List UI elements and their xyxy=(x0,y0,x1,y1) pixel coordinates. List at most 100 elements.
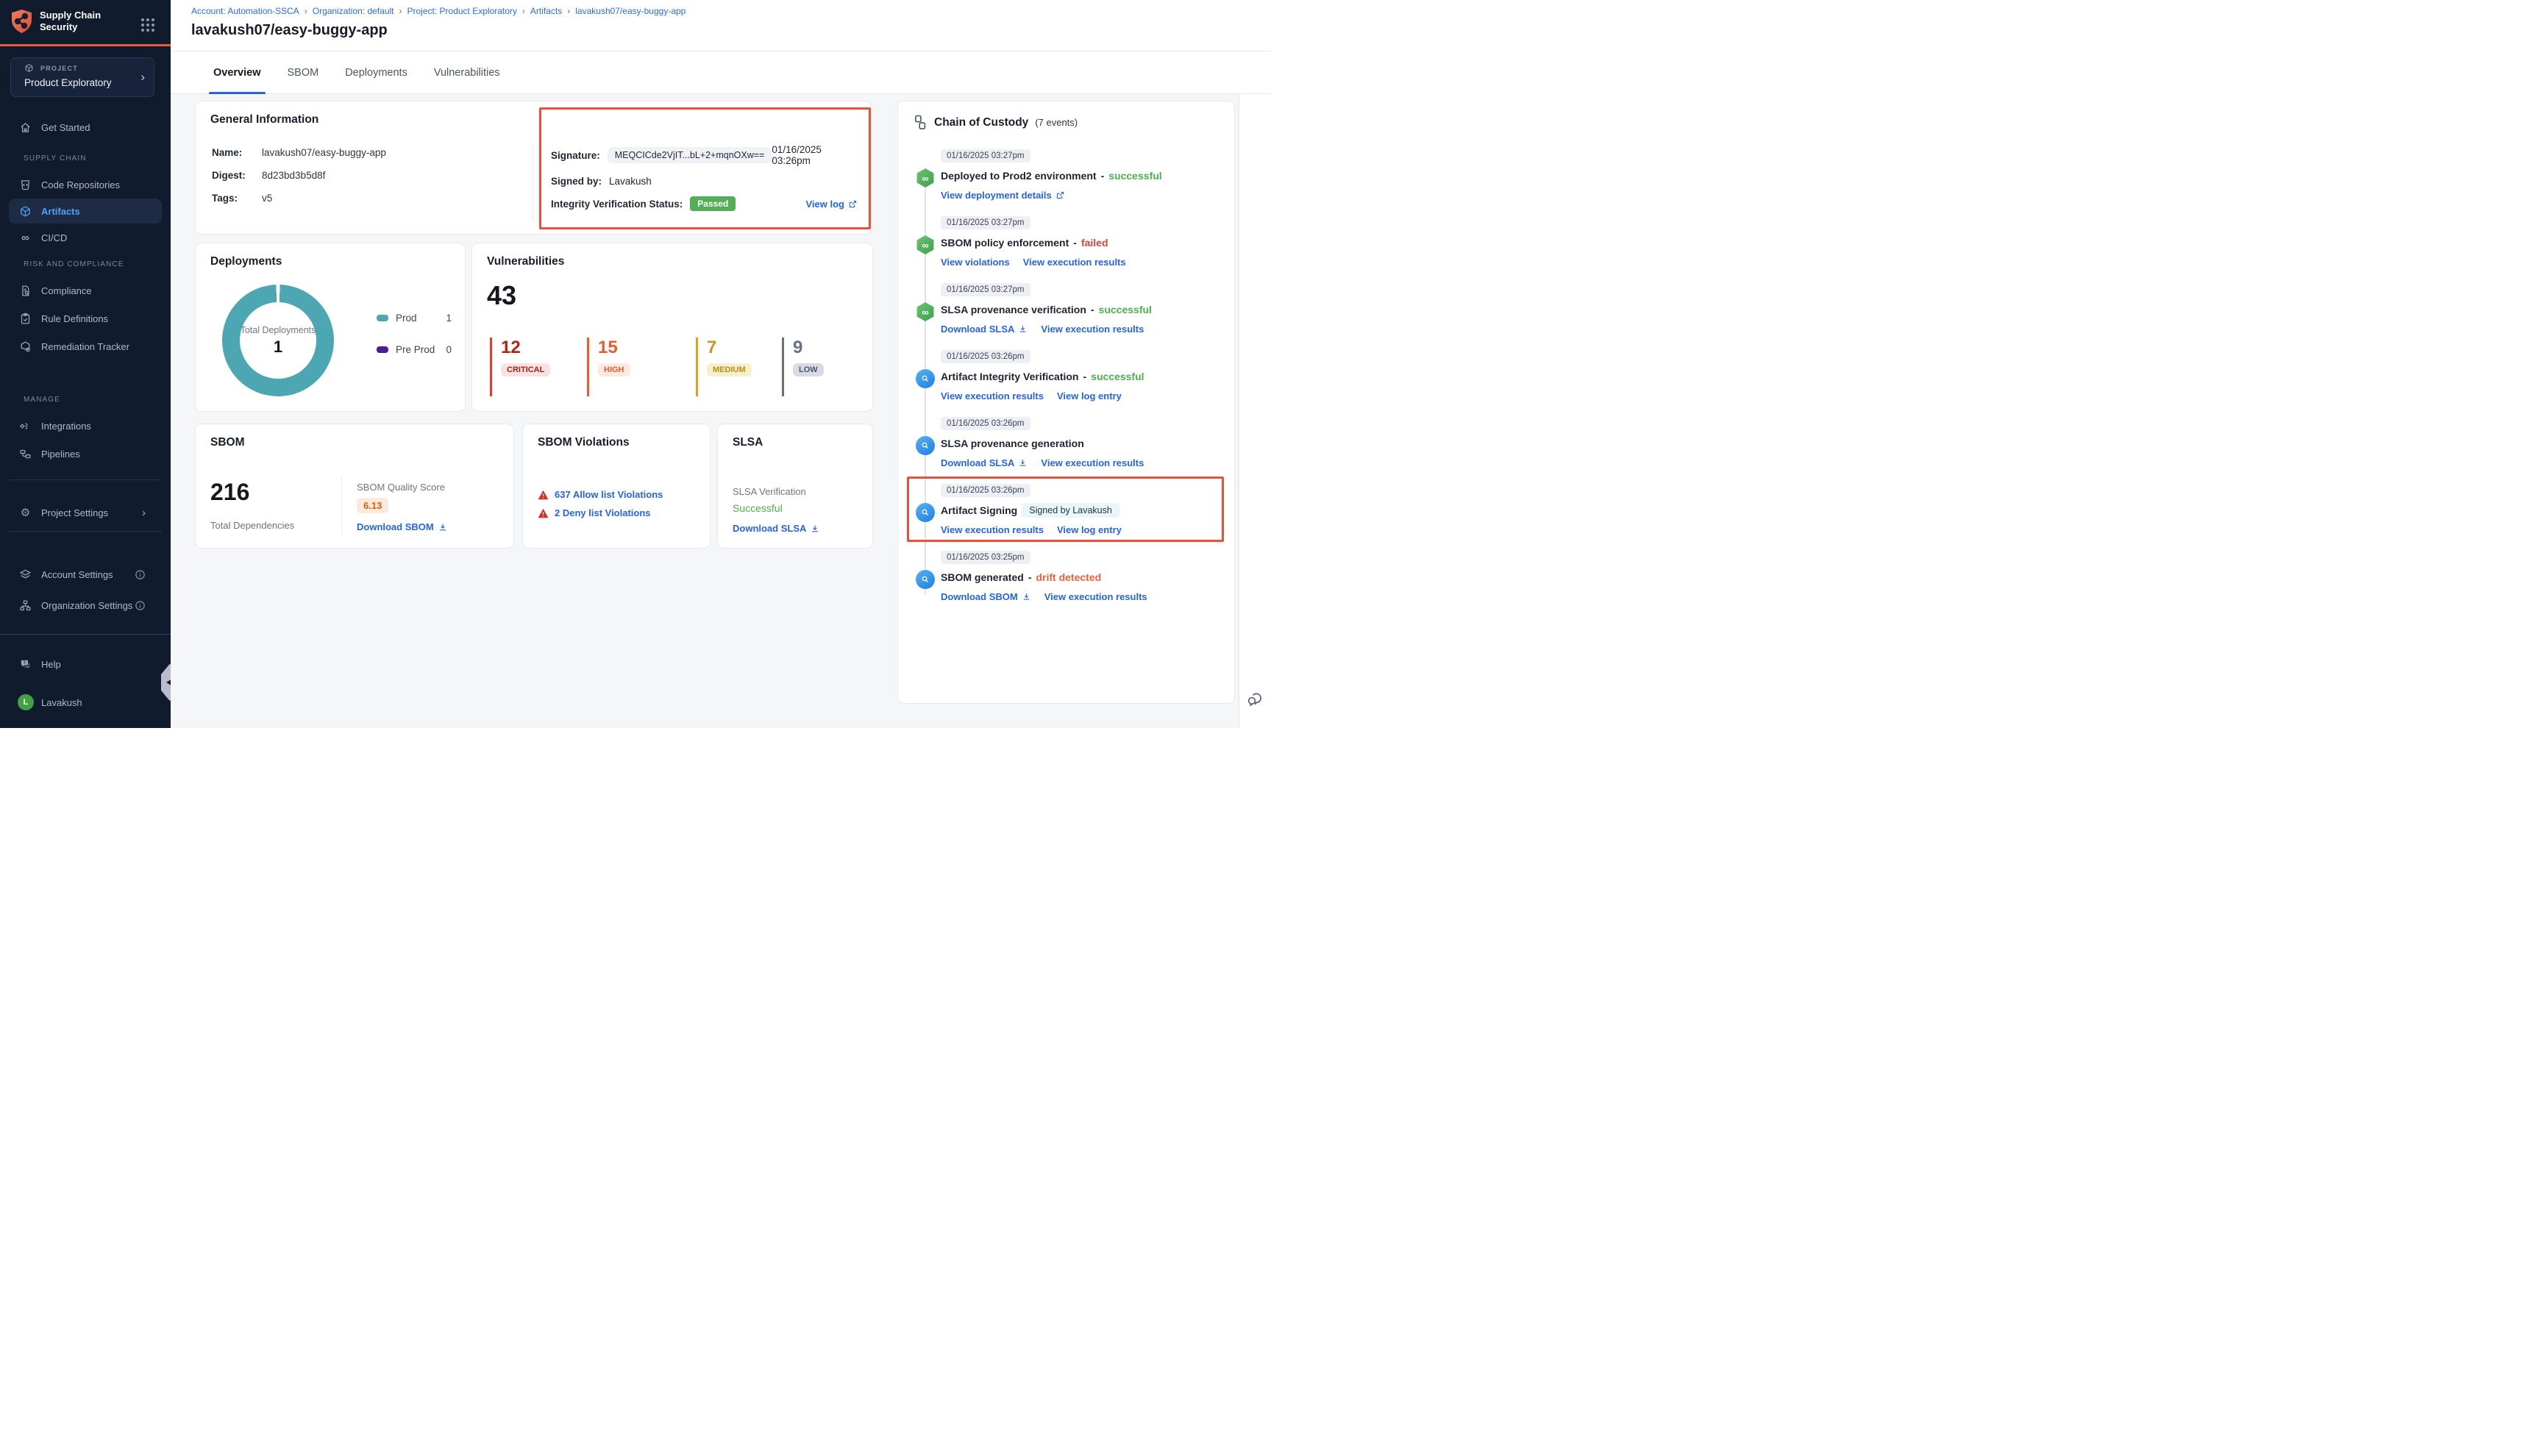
card-title: SBOM Violations xyxy=(538,436,630,449)
event-title: Artifact Integrity Verification xyxy=(941,371,1078,382)
digest-value: 8d23bd3b5d8f xyxy=(262,170,325,181)
allow-list-violations-link[interactable]: 637 Allow list Violations xyxy=(555,489,663,500)
support-chat-icon[interactable] xyxy=(1246,690,1264,707)
download-slsa-link[interactable]: Download SLSA xyxy=(941,457,1028,468)
download-sbom-link[interactable]: Download SBOM xyxy=(941,591,1031,602)
view-violations-link[interactable]: View violations xyxy=(941,257,1010,268)
breadcrumb-artifacts[interactable]: Artifacts xyxy=(530,6,562,16)
sidebar-item-label: Get Started xyxy=(41,122,90,133)
view-execution-results-link[interactable]: View execution results xyxy=(1041,324,1144,335)
event-timestamp: 01/16/2025 03:26pm xyxy=(941,484,1030,497)
view-execution-results-link[interactable]: View execution results xyxy=(1041,457,1144,468)
severity-badge: MEDIUM xyxy=(707,363,752,377)
sidebar-item-rule-definitions[interactable]: Rule Definitions xyxy=(9,306,162,331)
event-status: successful xyxy=(1099,304,1152,315)
signature-value[interactable]: MEQCICde2VjIT...bL+2+mqnOXw== xyxy=(608,147,772,163)
sidebar-collapse-handle[interactable] xyxy=(161,664,171,701)
infinity-icon: ∞ xyxy=(19,232,32,243)
project-selector[interactable]: PROJECT Product Exploratory › xyxy=(10,57,154,97)
event-timestamp: 01/16/2025 03:27pm xyxy=(941,216,1030,229)
severity-high: 15 HIGH xyxy=(587,338,630,396)
event-separator: - xyxy=(1083,371,1086,382)
chain-events-count: (7 events) xyxy=(1035,117,1078,128)
tags-label: Tags: xyxy=(212,193,252,204)
sbom-total-label: Total Dependencies xyxy=(210,520,294,531)
download-icon xyxy=(1018,458,1028,468)
view-execution-results-link[interactable]: View execution results xyxy=(1044,591,1147,602)
name-value: lavakush07/easy-buggy-app xyxy=(262,147,386,158)
vulnerabilities-total: 43 xyxy=(487,280,516,311)
deny-list-violations-link[interactable]: 2 Deny list Violations xyxy=(555,507,651,518)
view-execution-results-link[interactable]: View execution results xyxy=(941,524,1044,535)
severity-critical: 12 CRITICAL xyxy=(490,338,550,396)
sidebar-item-remediation-tracker[interactable]: Remediation Tracker xyxy=(9,334,162,359)
cicd-stage-icon: ∞ xyxy=(916,168,935,188)
breadcrumb-artifact-name[interactable]: lavakush07/easy-buggy-app xyxy=(575,6,686,16)
svg-text:?: ? xyxy=(24,661,26,665)
app-switcher-waffle-icon[interactable] xyxy=(141,18,154,32)
download-icon xyxy=(810,524,820,534)
severity-medium: 7 MEDIUM xyxy=(696,338,752,396)
severity-count: 15 xyxy=(598,338,630,358)
view-deployment-details-link[interactable]: View deployment details xyxy=(941,190,1065,201)
sidebar-item-pipelines[interactable]: Pipelines xyxy=(9,441,162,466)
tab-overview[interactable]: Overview xyxy=(213,51,261,94)
view-log-entry-link[interactable]: View log entry xyxy=(1057,524,1122,535)
info-icon[interactable] xyxy=(135,569,146,580)
info-icon[interactable] xyxy=(135,600,146,611)
event-status: drift detected xyxy=(1036,571,1101,583)
app-logo-shield-icon xyxy=(10,9,33,35)
download-sbom-link[interactable]: Download SBOM xyxy=(357,521,448,532)
sidebar-item-help[interactable]: ? Help xyxy=(9,652,162,677)
tags-value: v5 xyxy=(262,193,272,204)
tab-vulnerabilities[interactable]: Vulnerabilities xyxy=(434,51,500,94)
breadcrumb-separator: › xyxy=(399,6,402,16)
breadcrumb-organization[interactable]: Organization: default xyxy=(313,6,394,16)
vulnerabilities-card: Vulnerabilities 43 12 CRITICAL 15 HIGH 7… xyxy=(471,243,873,412)
warning-triangle-icon xyxy=(538,508,549,518)
severity-badge: CRITICAL xyxy=(501,363,550,377)
event-separator: - xyxy=(1091,304,1094,315)
sidebar-item-compliance[interactable]: Compliance xyxy=(9,278,162,303)
cicd-stage-icon: ∞ xyxy=(916,302,935,321)
sbom-card: SBOM 216 Total Dependencies SBOM Quality… xyxy=(195,424,514,549)
breadcrumb-project[interactable]: Project: Product Exploratory xyxy=(407,6,517,16)
external-link-icon xyxy=(1055,190,1065,200)
sidebar-user-menu[interactable]: L Lavakush xyxy=(9,690,162,715)
artifacts-box-icon xyxy=(19,205,32,218)
signature-timestamp: 01/16/2025 03:26pm xyxy=(772,144,858,166)
sidebar-item-cicd[interactable]: ∞ CI/CD xyxy=(9,225,162,250)
card-title: SLSA xyxy=(733,436,763,449)
slsa-verification-status: Successful xyxy=(733,502,783,514)
donut-legend: Prod 1 Pre Prod 0 xyxy=(377,313,452,376)
sidebar-item-artifacts[interactable]: Artifacts xyxy=(9,199,162,224)
view-log-link[interactable]: View log xyxy=(806,199,858,210)
sidebar-item-label: CI/CD xyxy=(41,232,67,243)
breadcrumb-account[interactable]: Account: Automation-SSCA xyxy=(191,6,299,16)
legend-label: Prod xyxy=(396,313,417,324)
tab-sbom[interactable]: SBOM xyxy=(288,51,319,94)
sidebar-item-account-settings[interactable]: Account Settings xyxy=(9,562,162,587)
view-log-entry-link[interactable]: View log entry xyxy=(1057,390,1122,402)
donut-center-value: 1 xyxy=(274,338,282,357)
card-title: Vulnerabilities xyxy=(487,255,564,268)
sidebar-item-get-started[interactable]: Get Started xyxy=(9,115,162,140)
breadcrumb: Account: Automation-SSCA › Organization:… xyxy=(191,6,686,16)
tab-deployments[interactable]: Deployments xyxy=(345,51,407,94)
sidebar-item-project-settings[interactable]: ⚙ Project Settings › xyxy=(9,500,162,525)
sidebar-item-organization-settings[interactable]: Organization Settings xyxy=(9,593,162,618)
card-title: General Information xyxy=(210,113,318,126)
timeline-event-slsa-verification: 01/16/2025 03:27pm ∞ SLSA provenance ver… xyxy=(916,282,1222,349)
signature-label: Signature: xyxy=(551,150,600,161)
download-slsa-link[interactable]: Download SLSA xyxy=(941,324,1028,335)
chevron-right-icon: › xyxy=(140,70,145,85)
scan-stage-icon xyxy=(916,436,935,455)
event-separator: - xyxy=(1073,237,1077,249)
sidebar-item-integrations[interactable]: Integrations xyxy=(9,413,162,438)
sbom-violations-card: SBOM Violations 637 Allow list Violation… xyxy=(522,424,711,549)
sidebar-item-code-repositories[interactable]: Code Repositories xyxy=(9,172,162,197)
view-execution-results-link[interactable]: View execution results xyxy=(1023,257,1126,268)
layers-gear-icon xyxy=(19,568,32,581)
view-execution-results-link[interactable]: View execution results xyxy=(941,390,1044,402)
download-slsa-link[interactable]: Download SLSA xyxy=(733,523,820,534)
